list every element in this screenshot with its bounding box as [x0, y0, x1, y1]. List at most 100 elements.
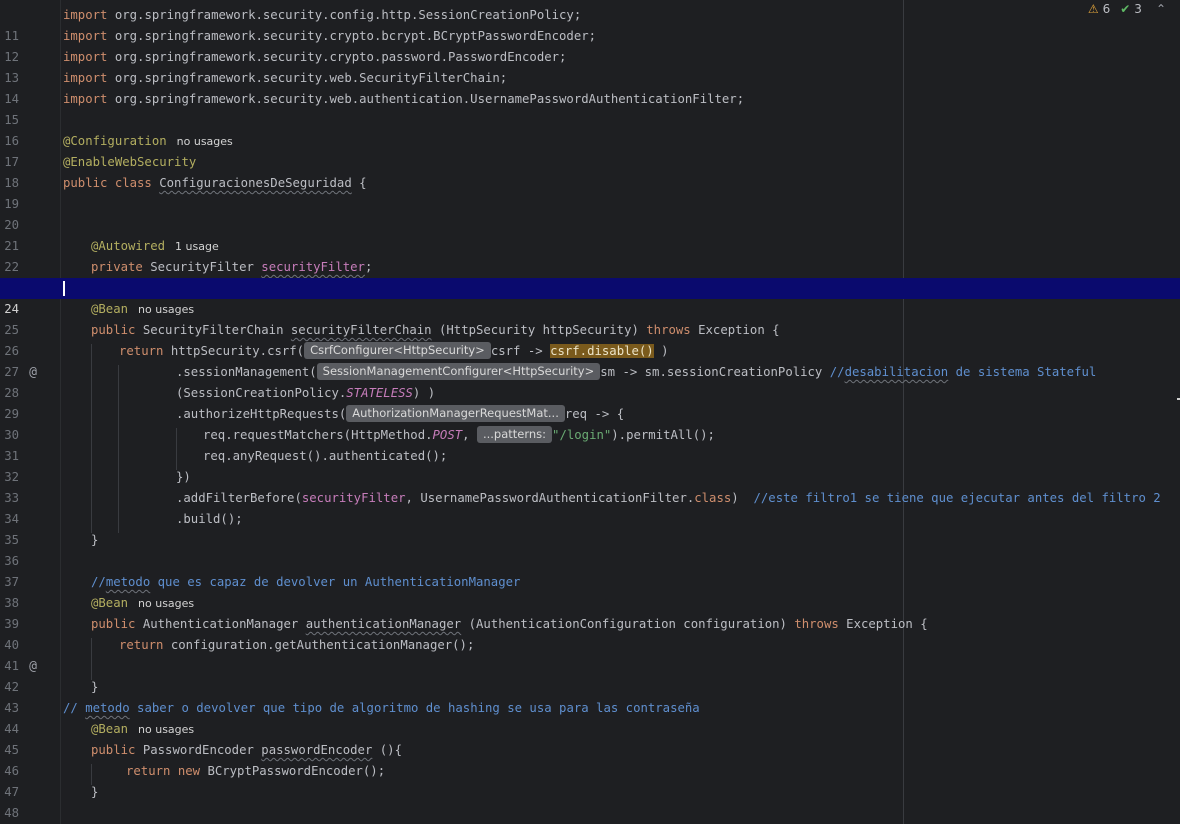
annotation: @Bean [91, 596, 129, 610]
comment: de sistema Stateful [948, 365, 1097, 379]
code-line[interactable]: 33 }) [0, 467, 1180, 505]
code-line[interactable]: 39 @Bean no usages [0, 593, 1180, 631]
keyword: import [63, 8, 108, 22]
keyword: class [694, 491, 732, 505]
comment: metodo [85, 701, 130, 715]
annotation: @Bean [91, 302, 129, 316]
code-line[interactable]: 46 public PasswordEncoder passwordEncode… [0, 740, 1180, 778]
code-line[interactable]: 18 @EnableWebSecurity [0, 152, 1180, 190]
code-text: ) [653, 344, 669, 358]
class-name: ConfiguracionesDeSeguridad [159, 176, 352, 190]
type-name: SecurityFilterChain [142, 323, 291, 337]
comment: saber o devolver que tipo de algoritmo d… [129, 701, 700, 715]
code-line[interactable]: 27 return httpSecurity.csrf(CsrfConfigur… [0, 341, 1180, 379]
code-line[interactable]: 23 private SecurityFilter securityFilter… [0, 257, 1180, 295]
param-hint[interactable]: ...patterns: [476, 426, 553, 443]
method-name: securityFilterChain [290, 323, 432, 337]
usage-hint[interactable]: no usages [177, 135, 233, 148]
keyword: public class [63, 176, 160, 190]
code-text: (SessionCreationPolicy. [176, 386, 347, 400]
static-field: POST [432, 428, 463, 442]
code-line[interactable]: 28 .sessionManagement(SessionManagementC… [0, 362, 1180, 400]
code-text: httpSecurity.csrf( [170, 344, 305, 358]
code-line[interactable]: 14 import org.springframework.security.w… [0, 68, 1180, 106]
code-line[interactable]: 31 req.requestMatchers(HttpMethod.POST, … [0, 425, 1180, 463]
code-editor[interactable]: ⚠ 6 ✔ 3 ⌃ 11 import org.springframework.… [0, 0, 1180, 824]
code-line[interactable]: 44 // metodo saber o devolver que tipo d… [0, 698, 1180, 736]
code-line[interactable]: 13 import org.springframework.security.c… [0, 47, 1180, 85]
code-line[interactable]: 48 } [0, 782, 1180, 820]
code-line[interactable]: 19 public class ConfiguracionesDeSegurid… [0, 173, 1180, 211]
code-text: org.springframework.security.config.http… [107, 8, 582, 22]
code-text: , UsernamePasswordAuthenticationFilter. [405, 491, 695, 505]
code-line[interactable]: 12 import org.springframework.security.c… [0, 26, 1180, 64]
code-line[interactable]: 34 .addFilterBefore(securityFilter, User… [0, 488, 1180, 526]
text-caret [63, 281, 65, 296]
type-hint[interactable]: SessionManagementConfigurer<HttpSecurity… [316, 363, 601, 380]
usage-hint[interactable]: 1 usage [175, 240, 219, 253]
code-text: Exception { [838, 617, 928, 631]
annotation: @Configuration [63, 134, 167, 148]
type-hint[interactable]: AuthorizationManagerRequestMat... [346, 405, 565, 422]
code-text: org.springframework.security.crypto.pass… [107, 50, 567, 64]
keyword: import [63, 92, 108, 106]
code-line[interactable]: 40 @ public AuthenticationManager authen… [0, 614, 1180, 674]
code-line[interactable]: 36 } [0, 530, 1180, 568]
code-line[interactable]: 35 .build(); [0, 509, 1180, 547]
code-line[interactable]: 49 [0, 803, 1180, 824]
keyword: import [63, 50, 108, 64]
comment: que es capaz de devolver un Authenticati… [150, 575, 521, 589]
code-line[interactable]: 29 (SessionCreationPolicy.STATELESS) ) [0, 383, 1180, 421]
code-line[interactable]: 37 [0, 551, 1180, 589]
usage-hint[interactable]: no usages [138, 723, 194, 736]
code-line[interactable]: 26 @ public SecurityFilterChain security… [0, 320, 1180, 380]
code-line[interactable]: 45 @Bean no usages [0, 719, 1180, 757]
code-line[interactable]: 41 return configuration.getAuthenticatio… [0, 635, 1180, 673]
code-text: ) ) [412, 386, 436, 400]
code-text: req.requestMatchers(HttpMethod. [203, 428, 433, 442]
keyword: private [91, 260, 151, 274]
code-line[interactable]: 38 //metodo que es capaz de devolver un … [0, 572, 1180, 610]
code-line[interactable]: 30 .authorizeHttpRequests(AuthorizationM… [0, 404, 1180, 442]
code-text: csrf -> [490, 344, 551, 358]
code-text: ; [364, 260, 373, 274]
code-text: (){ [372, 743, 402, 757]
comment: //este filtro1 se tiene que ejecutar ant… [753, 491, 1161, 505]
code-text: BCryptPasswordEncoder(); [207, 764, 386, 778]
method-name: authenticationManager [305, 617, 462, 631]
code-text: configuration.getAuthenticationManager()… [170, 638, 475, 652]
field-name: securityFilter [301, 491, 406, 505]
type-hint[interactable]: CsrfConfigurer<HttpSecurity> [304, 342, 491, 359]
code-text: { [351, 176, 367, 190]
code-line[interactable]: 11 import org.springframework.security.c… [0, 5, 1180, 43]
usage-hint[interactable]: no usages [138, 303, 194, 316]
keyword: return [119, 638, 171, 652]
code-line[interactable]: 15 import org.springframework.security.w… [0, 89, 1180, 127]
field-name: securityFilter [261, 260, 365, 274]
method-name: passwordEncoder [261, 743, 373, 757]
code-text: .build(); [176, 512, 243, 526]
code-line[interactable]: 22 @Autowired 1 usage [0, 236, 1180, 274]
code-line[interactable]: 47 return new BCryptPasswordEncoder(); [0, 761, 1180, 799]
code-line[interactable]: 25 @Bean no usages [0, 299, 1180, 337]
code-text: ) [731, 491, 754, 505]
usage-hint[interactable]: no usages [138, 597, 194, 610]
code-line[interactable]: 17 @Configuration no usages [0, 131, 1180, 169]
keyword: import [63, 29, 108, 43]
code-line[interactable]: 20 [0, 194, 1180, 232]
code-line[interactable]: 43 } [0, 677, 1180, 715]
code-line[interactable]: 32 req.anyRequest().authenticated(); [0, 446, 1180, 484]
current-line[interactable]: 24 [0, 278, 1180, 316]
code-text: (AuthenticationConfiguration configurati… [461, 617, 795, 631]
code-text: } [91, 785, 99, 799]
code-line[interactable]: 42 [0, 656, 1180, 694]
code-text: (HttpSecurity httpSecurity) [431, 323, 647, 337]
code-text: }) [176, 470, 191, 484]
code-line[interactable]: 16 [0, 110, 1180, 148]
type-name: PasswordEncoder [142, 743, 262, 757]
keyword: public [91, 743, 143, 757]
code-line[interactable]: 21 [0, 215, 1180, 253]
code-text: req.anyRequest().authenticated(); [203, 449, 448, 463]
keyword: throws [646, 323, 691, 337]
code-text: org.springframework.security.crypto.bcry… [107, 29, 597, 43]
